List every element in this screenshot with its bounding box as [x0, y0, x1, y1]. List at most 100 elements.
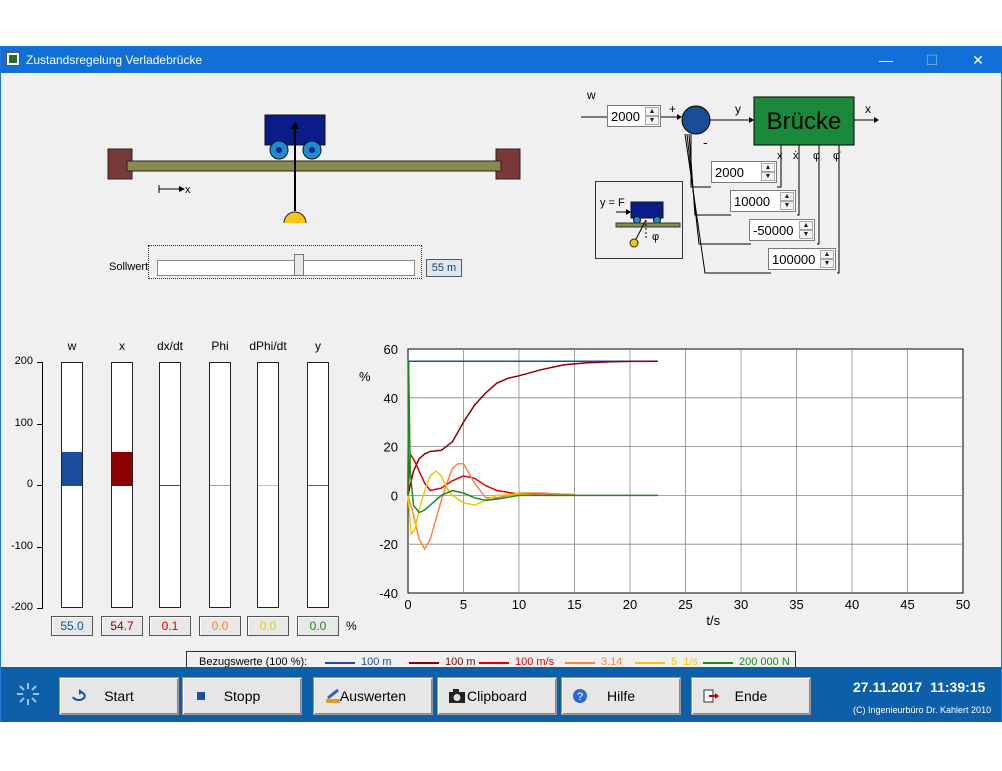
bar-meter: [307, 362, 329, 608]
start-button[interactable]: Start: [59, 677, 179, 715]
datetime: 27.11.2017 11:39:15: [853, 679, 986, 695]
svg-text:φ: φ: [652, 231, 659, 243]
bar-value: 0.0: [199, 616, 241, 636]
bar-axis-tick: 0: [26, 478, 33, 490]
slider-value: 55 m: [426, 259, 462, 277]
slider-track: [157, 260, 415, 276]
bar-meter: [257, 362, 279, 608]
x-tick-label: 10: [512, 597, 526, 612]
setpoint-slider[interactable]: [148, 245, 422, 279]
bar-fill: [210, 485, 230, 486]
bar-meter: [61, 362, 83, 608]
bar-label: y: [315, 339, 321, 353]
y-axis-label: %: [359, 369, 371, 384]
window-title: Zustandsregelung Verladebrücke: [26, 53, 203, 67]
exit-button[interactable]: Ende: [691, 677, 811, 715]
x-tick-label: 50: [956, 597, 970, 612]
bar-value: 54.7: [101, 616, 143, 636]
output-label: x: [865, 102, 871, 116]
y-tick-label: 40: [384, 391, 398, 406]
gain-phi-input[interactable]: -50000 ▲ ▼: [749, 219, 815, 241]
x-tick-label: 30: [734, 597, 748, 612]
bar-fill: [160, 485, 180, 486]
x-axis-label: x: [185, 184, 191, 196]
y-tick-label: 60: [384, 342, 398, 357]
bar-axis-line: [42, 362, 43, 608]
legend-swatch: [409, 662, 439, 664]
x-axis-label: t/s: [706, 613, 720, 628]
bridge-rail: [126, 160, 502, 172]
main-content: x Sollwert 55 m w + - y Brücke x x ẋ φ φ…: [1, 73, 1001, 673]
close-button[interactable]: ✕: [955, 47, 1001, 73]
copyright: (C) Ingenieurbüro Dr. Kahlert 2010: [853, 705, 992, 715]
stop-button[interactable]: Stopp: [182, 677, 302, 715]
y-tick-label: 20: [384, 440, 398, 455]
x-tick-label: 40: [845, 597, 859, 612]
bar-axis-tick: 200: [14, 355, 33, 367]
gain-phidot-input[interactable]: 100000 ▲ ▼: [768, 248, 836, 270]
help-button[interactable]: ? Hilfe: [561, 677, 681, 715]
w-input[interactable]: 2000 ▲ ▼: [607, 105, 661, 127]
bar-axis-tick-mark: [37, 608, 43, 609]
app-icon: [6, 52, 20, 66]
control-bar: Start Stopp Auswerten Clipboard ? Hilfe …: [1, 667, 1001, 722]
svg-text:-: -: [703, 134, 708, 150]
y-tick-label: -20: [379, 537, 398, 552]
bar-meter: [111, 362, 133, 608]
maximize-button[interactable]: ☐: [909, 47, 955, 73]
svg-text:ẋ: ẋ: [793, 150, 799, 162]
svg-text:φ̇: φ̇: [833, 150, 841, 162]
load: [283, 211, 307, 223]
bar-value: 0.0: [297, 616, 339, 636]
svg-text:+: +: [669, 102, 676, 116]
bar-label: Phi: [211, 339, 229, 353]
bar-axis-tick: -200: [10, 601, 33, 613]
legend-swatch: [325, 662, 355, 664]
x-tick-label: 45: [900, 597, 914, 612]
svg-text:x: x: [777, 150, 783, 162]
bar-fill: [308, 485, 328, 486]
clipboard-button[interactable]: Clipboard: [437, 677, 557, 715]
minimize-button[interactable]: —: [863, 47, 909, 73]
legend-swatch: [635, 662, 665, 664]
x-tick-label: 35: [789, 597, 803, 612]
slider-thumb[interactable]: [293, 254, 304, 276]
bar-axis-tick: -100: [10, 539, 33, 552]
bar-label: w: [67, 339, 77, 353]
app-window: Zustandsregelung Verladebrücke — ☐ ✕ x S…: [0, 46, 1002, 722]
gain-x-input[interactable]: 2000 ▲ ▼: [711, 161, 777, 183]
summing-junction: [681, 105, 711, 135]
title-bar: Zustandsregelung Verladebrücke — ☐ ✕: [1, 47, 1001, 73]
response-chart: 0 5 10 15 20 25 30 35 40 45 50 60 40 20 0 -20 -40% t/s: [359, 342, 970, 628]
bar-fill: [62, 452, 82, 486]
bar-fill: [258, 485, 278, 486]
y-label: y: [735, 102, 741, 116]
bar-value: 55.0: [51, 616, 93, 636]
slider-label: Sollwert: [109, 261, 149, 273]
model-inset: y = F φ: [595, 181, 683, 259]
y-tick-label: -40: [379, 586, 398, 601]
w-label: w: [586, 88, 596, 102]
plant-label: Brücke: [767, 108, 842, 135]
x-tick-label: 0: [404, 597, 411, 612]
evaluate-button[interactable]: Auswerten: [313, 677, 433, 715]
x-tick-label: 15: [567, 597, 581, 612]
inset-force-label: y = F: [600, 197, 625, 209]
x-tick-label: 25: [678, 597, 692, 612]
bar-meter: [209, 362, 231, 608]
bar-axis-tick: 100: [14, 416, 33, 429]
x-tick-label: 20: [623, 597, 637, 612]
bar-label: dPhi/dt: [249, 339, 287, 353]
bar-fill: [112, 452, 132, 486]
bar-value: 0.0: [247, 616, 289, 636]
bar-meter: [159, 362, 181, 608]
bar-label: x: [119, 339, 125, 353]
gain-xdot-input[interactable]: 10000 ▲ ▼: [730, 190, 796, 212]
legend-swatch: [565, 662, 595, 664]
crane-drawing: x: [107, 114, 521, 223]
x-tick-label: 5: [460, 597, 467, 612]
spinner-icon: [17, 683, 39, 705]
bar-label: dx/dt: [156, 339, 183, 353]
y-tick-label: 0: [391, 488, 398, 503]
legend-swatch: [703, 662, 733, 664]
